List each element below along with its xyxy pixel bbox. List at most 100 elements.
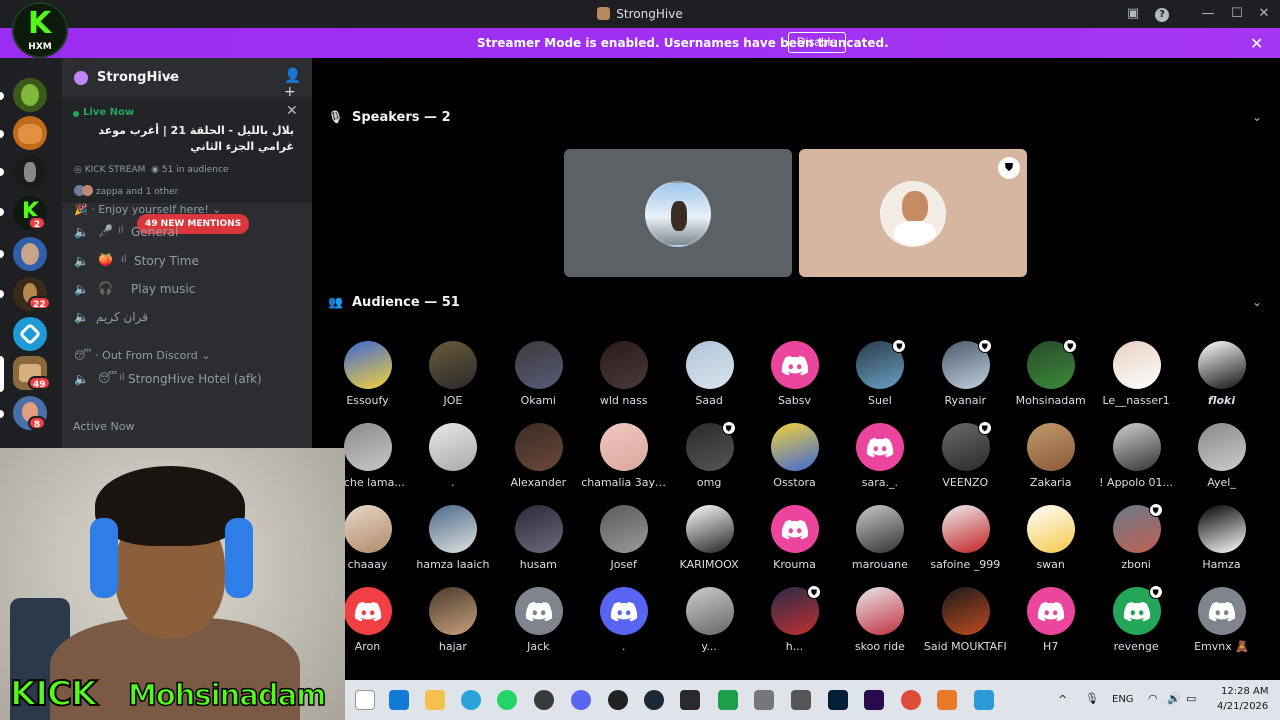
speaker-tile[interactable]: ⛊ (799, 149, 1027, 277)
premiere-icon[interactable] (864, 690, 884, 710)
epic-games-icon[interactable] (680, 690, 700, 710)
audience-member[interactable]: ⛊ omg (667, 421, 752, 501)
audience-member[interactable]: Alexander (496, 423, 581, 501)
chevron-down-icon[interactable]: ⌄ (1252, 295, 1262, 309)
audience-member[interactable]: ⛊ Mohsinadam (1008, 339, 1093, 419)
audience-member[interactable]: swan (1008, 505, 1093, 583)
audience-member[interactable]: ⛊ revenge (1094, 585, 1179, 665)
audience-member[interactable]: Le__nasser1 (1094, 341, 1179, 419)
audience-member[interactable]: Emvnx 🧸 (1179, 587, 1264, 665)
steam-icon[interactable] (644, 690, 664, 710)
audience-member[interactable]: Josef (581, 505, 666, 583)
volume-icon[interactable]: 🔊 (1167, 692, 1181, 705)
channel-quran[interactable]: 🔈 قران كريم (74, 306, 304, 330)
audience-member[interactable]: ⛊ Ryanair (923, 339, 1008, 419)
audience-member[interactable]: skoo ride (837, 587, 922, 665)
audience-member[interactable]: marouane (837, 505, 922, 583)
store-icon[interactable] (389, 690, 409, 710)
channel-story-time[interactable]: 🔈 🍑 ıl Story Time (74, 250, 304, 274)
audience-member[interactable]: safoine _999 (923, 505, 1008, 583)
clock-date[interactable]: 4/21/2026 (1217, 701, 1268, 712)
help-icon[interactable]: ? (1153, 5, 1171, 23)
obs-icon[interactable] (534, 690, 554, 710)
audience-member[interactable]: ⛊ zboni (1094, 503, 1179, 583)
server-icon[interactable] (13, 155, 47, 189)
audience-member[interactable]: sara._. (837, 423, 922, 501)
disable-streamer-mode-button[interactable]: Disable (788, 32, 847, 53)
audience-member[interactable]: hajar (410, 587, 495, 665)
moderator-shield-icon: ⛊ (1148, 585, 1163, 599)
audience-member[interactable]: Zakaria (1008, 423, 1093, 501)
live-stage-card[interactable]: Live Now ✕ بلال بالليل - الحلقة 21 | أغر… (62, 99, 312, 203)
audience-member[interactable]: . (410, 423, 495, 501)
audience-member[interactable]: Osstora (752, 423, 837, 501)
invite-people-icon[interactable]: 👤+ (284, 68, 312, 100)
audience-member[interactable]: chamalia 3ayl... (581, 423, 666, 501)
server-header[interactable]: StrongHive ⌄ 👤+ (62, 58, 312, 100)
close-icon[interactable]: ✕ (1255, 5, 1273, 23)
controller-icon[interactable] (791, 690, 811, 710)
channel-general[interactable]: 🔈 🎤 ıl General (74, 221, 304, 245)
audience-member[interactable]: Krouma (752, 505, 837, 583)
unread-badge: 8 (28, 416, 46, 430)
audience-member[interactable]: ⛊ Suel (837, 339, 922, 419)
audience-member[interactable]: JOE (410, 341, 495, 419)
minimize-icon[interactable]: — (1199, 5, 1217, 23)
close-banner-icon[interactable]: ✕ (1250, 34, 1263, 53)
channel-label: قران كريم (96, 310, 148, 324)
audience-member[interactable]: KARIMOOX (667, 505, 752, 583)
audience-member-name: Osstora (773, 476, 816, 489)
audience-member[interactable]: Saad (667, 341, 752, 419)
chevron-down-icon[interactable]: ⌄ (1252, 110, 1262, 124)
audience-member[interactable]: Jack (496, 587, 581, 665)
audience-member[interactable]: husam (496, 505, 581, 583)
chevron-down-icon[interactable]: ⌄ (165, 69, 174, 82)
server-icon[interactable] (13, 237, 47, 271)
notification-inbox-icon[interactable]: ▣ (1124, 5, 1142, 23)
wifi-icon[interactable]: ◠ (1148, 692, 1158, 705)
speaker-tile[interactable] (564, 149, 792, 277)
audience-member[interactable]: Hamza (1179, 505, 1264, 583)
battery-icon[interactable]: ▭ (1186, 692, 1196, 705)
close-icon[interactable]: ✕ (286, 103, 298, 119)
server-icon[interactable] (13, 78, 47, 112)
chevron-up-icon[interactable]: ^ (1058, 693, 1067, 706)
whatsapp-icon[interactable] (497, 690, 517, 710)
audience-member[interactable]: y... (667, 587, 752, 665)
audience-member[interactable]: hamza laaich (410, 505, 495, 583)
audience-member[interactable]: Said MOUKTAFI (923, 587, 1008, 665)
rockstar-icon[interactable] (608, 690, 628, 710)
category-out-from-discord[interactable]: 😴 · Out From Discord ⌄ (74, 349, 210, 362)
audience-member-name: Saad (695, 394, 723, 407)
green-app-icon[interactable] (718, 690, 738, 710)
audience-member[interactable]: ⛊ VEENZO (923, 421, 1008, 501)
server-icon[interactable] (13, 317, 47, 351)
audience-member[interactable]: Ayel_ (1179, 423, 1264, 501)
maximize-icon[interactable]: ☐ (1228, 5, 1246, 23)
audience-member[interactable]: Okami (496, 341, 581, 419)
photoshop-icon[interactable] (828, 690, 848, 710)
chrome-icon[interactable] (901, 690, 921, 710)
audience-member[interactable]: H7 (1008, 587, 1093, 665)
microphone-icon[interactable]: 🎙 (1085, 692, 1099, 705)
audience-member[interactable]: Essoufy (325, 341, 410, 419)
app-icon[interactable] (754, 690, 774, 710)
avatar (685, 505, 734, 553)
clock-time[interactable]: 12:28 AM (1221, 686, 1268, 697)
capcut-icon[interactable] (974, 690, 994, 710)
fl-studio-icon[interactable] (937, 690, 957, 710)
channel-afk[interactable]: 🔈 😴 ıl StrongHive Hotel (afk) (74, 368, 304, 392)
server-icon[interactable] (13, 116, 47, 150)
audience-member[interactable]: ! Appolo 01... (1094, 423, 1179, 501)
discord-icon[interactable] (571, 690, 591, 710)
audience-member-name: Said MOUKTAFI (923, 640, 1007, 653)
audience-member[interactable]: wld nass (581, 341, 666, 419)
audience-member[interactable]: floki (1179, 341, 1264, 419)
language-indicator[interactable]: ENG (1112, 694, 1134, 705)
audience-member[interactable]: . (581, 587, 666, 665)
audience-member[interactable]: ⛊ h... (752, 585, 837, 665)
channel-play-music[interactable]: 🔈 🎧 Play music (74, 278, 304, 302)
folder-icon[interactable] (425, 690, 445, 710)
audience-member[interactable]: Sabsv (752, 341, 837, 419)
edge-icon[interactable] (461, 690, 481, 710)
